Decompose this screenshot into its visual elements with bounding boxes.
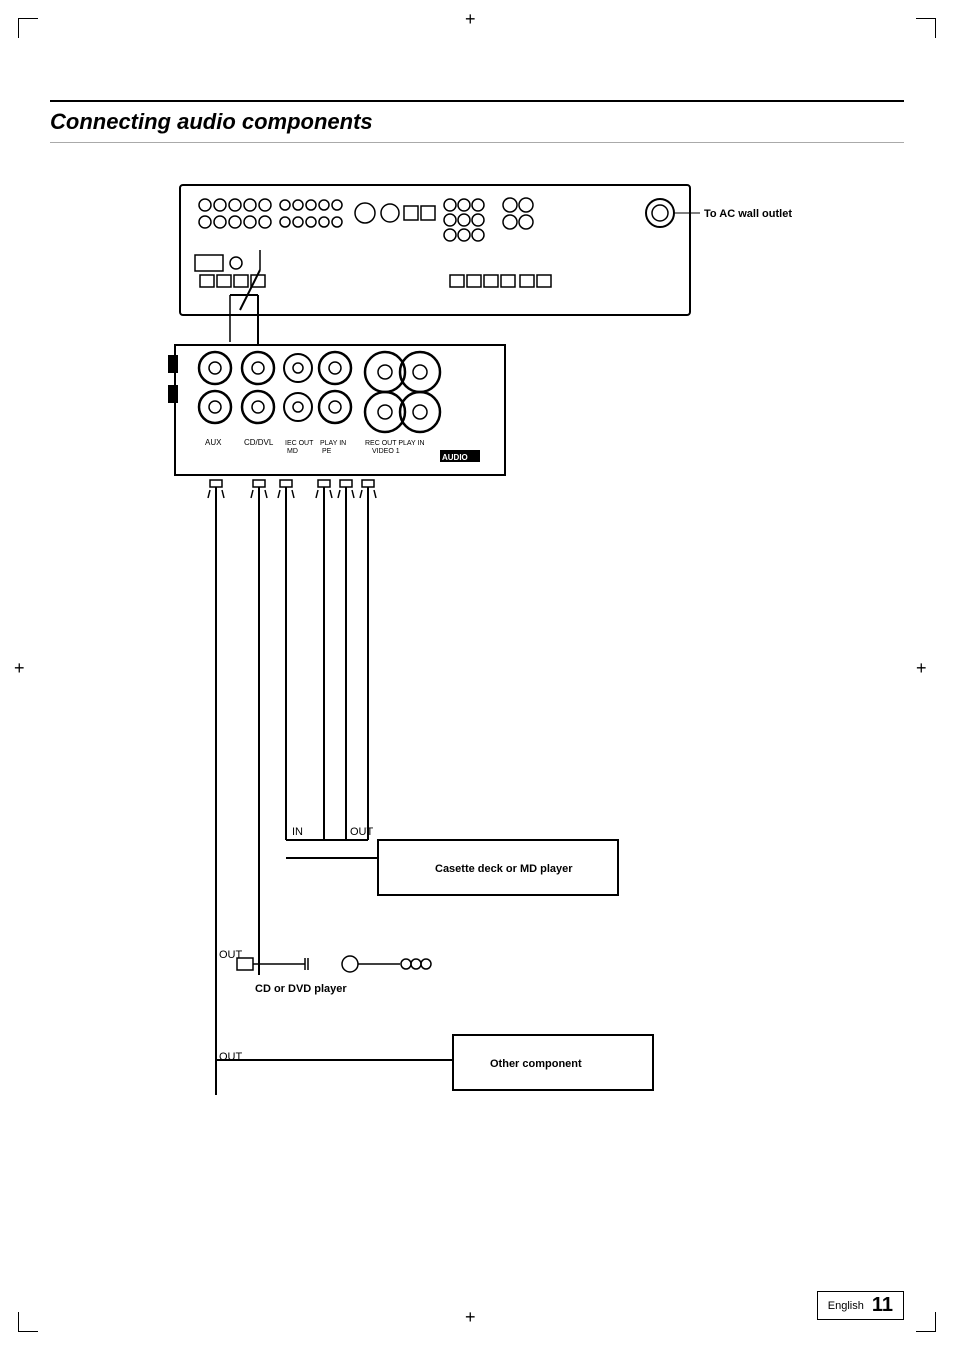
footer-page-number: 11 <box>872 1294 893 1317</box>
svg-text:PLAY IN: PLAY IN <box>320 440 346 447</box>
corner-mark-tr <box>916 18 936 38</box>
svg-text:MD: MD <box>287 448 298 455</box>
title-rule-top <box>50 100 904 102</box>
svg-text:OUT: OUT <box>350 826 374 838</box>
corner-mark-bl <box>18 1312 38 1332</box>
footer-language: English <box>828 1300 864 1312</box>
page-title-bar: Connecting audio components <box>50 100 904 143</box>
svg-text:PE: PE <box>322 448 332 455</box>
svg-text:CD or DVD player: CD or DVD player <box>255 983 347 995</box>
crosshair-bottom <box>469 1316 485 1332</box>
svg-text:Casette deck or MD player: Casette deck or MD player <box>435 863 573 875</box>
svg-text:Other component: Other component <box>490 1058 582 1070</box>
svg-text:OUT: OUT <box>219 949 243 961</box>
svg-text:AUX: AUX <box>205 438 222 447</box>
page-title: Connecting audio components <box>50 105 904 139</box>
svg-text:OUT: OUT <box>219 1051 243 1063</box>
crosshair-top <box>469 18 485 34</box>
svg-text:CD/DVL: CD/DVL <box>244 438 274 447</box>
crosshair-right <box>920 667 936 683</box>
svg-text:REC OUT PLAY IN: REC OUT PLAY IN <box>365 440 425 447</box>
crosshair-left <box>18 667 34 683</box>
svg-text:IN: IN <box>292 826 303 838</box>
title-rule-bottom <box>50 142 904 143</box>
svg-text:IEC OUT: IEC OUT <box>285 440 314 447</box>
svg-text:AUDIO: AUDIO <box>442 453 468 462</box>
main-diagram: To AC wall outlet AUX CD/DVL IEC OUT MD … <box>0 0 954 1350</box>
svg-text:VIDEO 1: VIDEO 1 <box>372 448 400 455</box>
corner-mark-br <box>916 1312 936 1332</box>
svg-text:To AC wall outlet: To AC wall outlet <box>704 208 792 220</box>
footer-page-box: English 11 <box>817 1291 904 1320</box>
footer: English 11 <box>817 1291 904 1320</box>
corner-mark-tl <box>18 18 38 38</box>
